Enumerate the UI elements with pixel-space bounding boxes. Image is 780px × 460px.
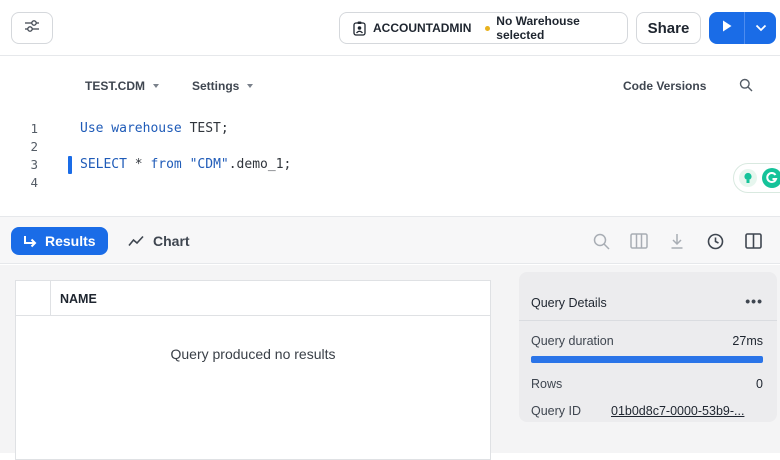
query-id-link[interactable]: 01b0d8c7-0000-53b9-... <box>611 404 744 418</box>
keyword: SELECT <box>80 157 127 172</box>
top-bar: ACCOUNTADMIN No Warehouse selected Share <box>0 0 780 56</box>
role-warehouse-selector[interactable]: ACCOUNTADMIN No Warehouse selected <box>339 12 628 44</box>
settings-label: Settings <box>192 79 240 93</box>
table-header: NAME <box>16 281 490 316</box>
active-line-marker <box>68 156 72 174</box>
database-selector[interactable]: TEST.CDM <box>85 79 159 93</box>
context-bar: TEST.CDM Settings Code Versions <box>0 57 780 115</box>
keyword: Use warehouse <box>80 121 182 136</box>
run-button[interactable] <box>709 12 745 44</box>
database-label: TEST.CDM <box>85 79 145 93</box>
empty-results-message: Query produced no results <box>170 346 336 362</box>
more-options-icon[interactable]: ••• <box>745 293 763 309</box>
rows-value: 0 <box>756 377 763 391</box>
download-icon[interactable] <box>667 231 687 251</box>
query-duration-bar <box>531 356 763 363</box>
warehouse-status-dot <box>485 25 491 31</box>
query-duration-value: 27ms <box>732 334 763 348</box>
code-line-3[interactable]: SELECT * from "CDM".demo_1; <box>80 157 291 172</box>
sliders-icon <box>24 19 40 38</box>
arrow-return-icon <box>23 235 37 248</box>
column-header-name[interactable]: NAME <box>60 292 97 306</box>
tab-chart[interactable]: Chart <box>128 227 190 255</box>
tab-chart-label: Chart <box>153 233 190 249</box>
query-details-panel: Query Details ••• Query duration 27ms Ro… <box>519 272 777 422</box>
caret-down-icon <box>247 84 254 88</box>
query-duration-label: Query duration <box>531 334 614 348</box>
tab-results[interactable]: Results <box>11 227 108 255</box>
results-toolbar: Results Chart <box>0 216 780 264</box>
settings-menu[interactable]: Settings <box>192 79 254 93</box>
caret-down-icon <box>153 84 159 88</box>
role-name: ACCOUNTADMIN <box>373 21 472 35</box>
line-number: 1 <box>30 121 38 136</box>
chevron-down-icon <box>755 19 767 37</box>
line-number: 2 <box>30 139 38 154</box>
history-clock-icon[interactable] <box>705 231 725 251</box>
results-table: NAME Query produced no results <box>15 280 491 460</box>
run-options-button[interactable] <box>745 12 776 44</box>
query-duration-bar-fill <box>531 356 763 363</box>
filter-button[interactable] <box>11 12 53 44</box>
line-number: 4 <box>30 175 38 190</box>
code-versions-button[interactable]: Code Versions <box>623 79 706 93</box>
rows-label: Rows <box>531 377 563 391</box>
code-line-1[interactable]: Use warehouse TEST; <box>80 121 229 136</box>
side-panel-icon[interactable] <box>743 231 763 251</box>
sql-editor[interactable]: 1 2 3 4 Use warehouse TEST; SELECT * fro… <box>0 115 780 215</box>
string-literal: "CDM" <box>189 157 229 172</box>
lightbulb-icon <box>738 168 758 188</box>
row-index-header <box>16 281 51 316</box>
query-details-title: Query Details <box>531 296 607 310</box>
play-icon <box>722 19 732 37</box>
keyword: from <box>150 157 182 172</box>
grammarly-icon <box>761 167 780 189</box>
line-chart-icon <box>128 235 144 247</box>
line-number: 3 <box>30 157 38 172</box>
divider <box>519 320 777 321</box>
tab-results-label: Results <box>45 233 96 249</box>
warehouse-status: No Warehouse selected <box>496 14 580 42</box>
grammarly-widget[interactable] <box>733 163 780 193</box>
columns-icon[interactable] <box>629 231 649 251</box>
share-button[interactable]: Share <box>636 12 701 44</box>
run-button-group <box>709 12 776 44</box>
search-icon[interactable] <box>591 231 611 251</box>
search-icon[interactable] <box>739 78 753 97</box>
query-id-label: Query ID <box>531 404 582 418</box>
id-badge-icon <box>353 21 366 36</box>
results-area: NAME Query produced no results Query Det… <box>0 265 780 460</box>
